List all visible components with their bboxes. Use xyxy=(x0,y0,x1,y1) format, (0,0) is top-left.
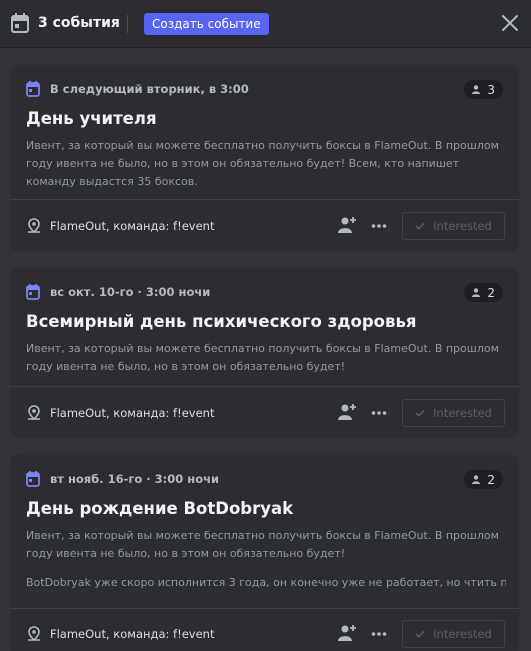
event-description: Ивент, за который вы можете бесплатно по… xyxy=(26,342,499,373)
users-icon xyxy=(472,85,481,94)
event-date-row: В следующий вторник, в 3:00 xyxy=(26,81,249,97)
event-title[interactable]: День учителя xyxy=(26,109,157,128)
users-icon xyxy=(472,475,481,484)
event-date-row: вт нояб. 16-го · 3:00 ночи xyxy=(26,471,219,487)
interested-count-badge: 2 xyxy=(464,470,503,489)
create-event-button[interactable]: Создать событие xyxy=(144,13,269,35)
location-pin-icon xyxy=(28,218,40,234)
add-user-icon[interactable] xyxy=(337,624,357,642)
interested-count: 2 xyxy=(487,285,495,300)
more-icon[interactable] xyxy=(371,218,387,234)
calendar-icon xyxy=(26,284,40,300)
event-location: FlameOut, команда: f!event xyxy=(50,627,215,641)
interested-label: Interested xyxy=(433,406,492,420)
event-description: Ивент, за который вы можете бесплатно по… xyxy=(26,139,499,188)
checkmark-icon xyxy=(415,409,425,417)
events-header: 3 события Создать событие xyxy=(0,0,531,48)
close-icon[interactable] xyxy=(500,13,520,33)
event-note: BotDobryak уже скоро исполнится 3 года, … xyxy=(26,576,506,589)
event-location: FlameOut, команда: f!event xyxy=(50,406,215,420)
event-date-row: вс окт. 10-го · 3:00 ночи xyxy=(26,284,210,300)
interested-count-badge: 3 xyxy=(464,80,503,99)
event-date: В следующий вторник, в 3:00 xyxy=(50,82,249,96)
card-divider xyxy=(10,199,519,200)
header-divider xyxy=(127,15,128,33)
interested-count: 2 xyxy=(487,472,495,487)
checkmark-icon xyxy=(415,630,425,638)
event-card[interactable]: В следующий вторник, в 3:00 3 День учите… xyxy=(10,65,519,251)
interested-label: Interested xyxy=(433,627,492,641)
interested-button[interactable]: Interested xyxy=(402,212,505,240)
interested-label: Interested xyxy=(433,219,492,233)
add-user-icon[interactable] xyxy=(337,403,357,421)
events-list[interactable]: В следующий вторник, в 3:00 3 День учите… xyxy=(0,49,531,651)
add-user-icon[interactable] xyxy=(337,216,357,234)
checkmark-icon xyxy=(415,222,425,230)
event-location: FlameOut, команда: f!event xyxy=(50,219,215,233)
calendar-icon xyxy=(26,471,40,487)
more-icon[interactable] xyxy=(371,405,387,421)
calendar-icon xyxy=(11,13,29,33)
event-card[interactable]: вт нояб. 16-го · 3:00 ночи 2 День рожден… xyxy=(10,455,519,651)
header-title: 3 события xyxy=(38,15,120,31)
calendar-icon xyxy=(26,81,40,97)
event-date: вс окт. 10-го · 3:00 ночи xyxy=(50,285,211,299)
event-description: Ивент, за который вы можете бесплатно по… xyxy=(26,529,499,560)
users-icon xyxy=(472,288,481,297)
interested-button[interactable]: Interested xyxy=(402,620,505,648)
more-icon[interactable] xyxy=(371,626,387,642)
interested-count: 3 xyxy=(487,82,495,97)
location-pin-icon xyxy=(28,626,40,642)
event-title[interactable]: Всемирный день психического здоровья xyxy=(26,312,416,331)
interested-count-badge: 2 xyxy=(464,283,503,302)
event-card[interactable]: вс окт. 10-го · 3:00 ночи 2 Всемирный де… xyxy=(10,268,519,438)
card-divider xyxy=(10,608,519,609)
event-date: вт нояб. 16-го · 3:00 ночи xyxy=(50,472,220,486)
card-divider xyxy=(10,386,519,387)
event-title[interactable]: День рождение BotDobryak xyxy=(26,499,293,518)
location-pin-icon xyxy=(28,405,40,421)
interested-button[interactable]: Interested xyxy=(402,399,505,427)
